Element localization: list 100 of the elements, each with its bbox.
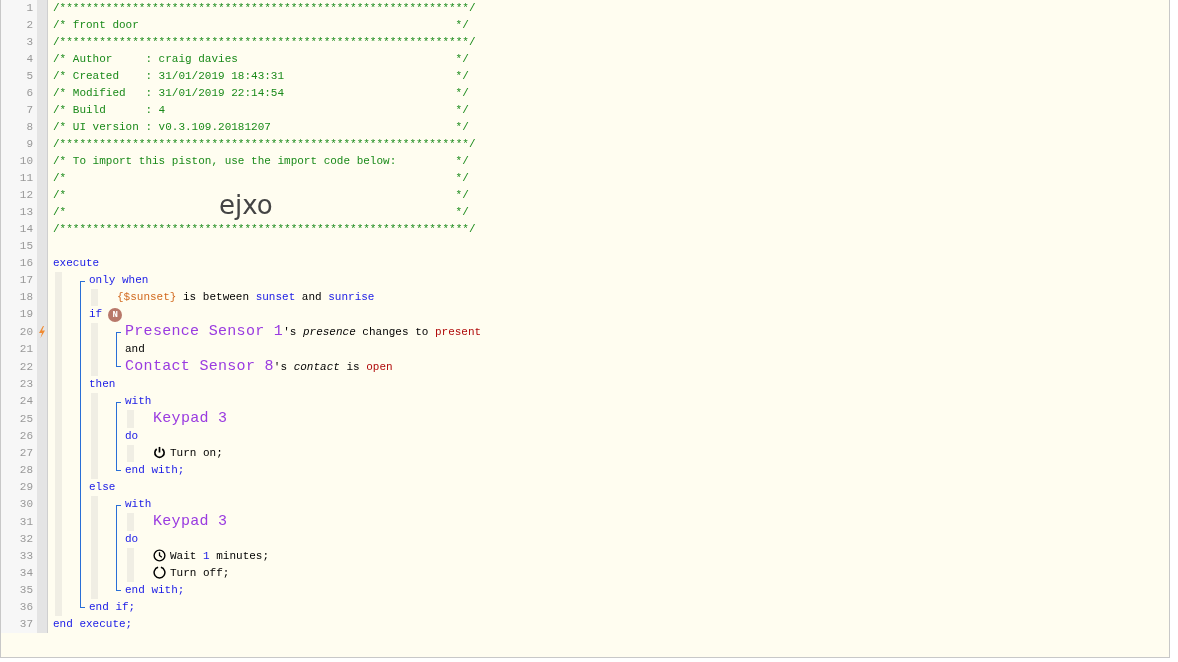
line-number: 18 — [1, 289, 37, 306]
value-text: open — [366, 359, 393, 375]
line-number: 35 — [1, 582, 37, 599]
n-badge: N — [108, 307, 123, 322]
line-number: 37 — [1, 616, 37, 633]
line-number: 20 — [1, 323, 37, 341]
code-text: is between — [182, 290, 251, 305]
line-number: 25 — [1, 410, 37, 428]
device-name: Keypad 3 — [153, 513, 228, 531]
keyword: execute — [53, 256, 100, 271]
clock-icon — [153, 548, 166, 562]
comment-text: */ — [462, 137, 476, 152]
comment-text: */ — [455, 154, 469, 169]
line-number: 3 — [1, 34, 37, 51]
comment-text: /* Build : 4 — [53, 103, 166, 118]
keyword: do — [125, 429, 139, 444]
line-number: 14 — [1, 221, 37, 238]
comment-text: */ — [462, 222, 476, 237]
code-text: 's — [283, 324, 298, 340]
code-text: Turn on; — [170, 446, 223, 461]
comment-text: */ — [455, 52, 469, 67]
line-number: 22 — [1, 358, 37, 376]
line-number: 32 — [1, 531, 37, 548]
keyword: end execute; — [53, 617, 133, 632]
keyword: sunset — [255, 290, 296, 305]
device-name: Keypad 3 — [153, 410, 228, 428]
comment-text: /* front door — [53, 18, 139, 33]
comment-text: /* Created : 31/01/2019 18:43:31 — [53, 69, 285, 84]
power-icon — [153, 445, 166, 459]
comment-text: /* Author : craig davies — [53, 52, 238, 67]
value-text: present — [434, 324, 482, 340]
line-number: 8 — [1, 119, 37, 136]
attribute-name: contact — [293, 359, 340, 375]
line-number: 2 — [1, 17, 37, 34]
variable-name: {$sunset} — [117, 290, 177, 305]
keyword: only when — [89, 273, 149, 288]
attribute-name: presence — [302, 324, 356, 340]
line-number: 17 — [1, 272, 37, 289]
keyword: with — [125, 394, 152, 409]
line-number: 33 — [1, 548, 37, 565]
keyword: end with; — [125, 463, 185, 478]
comment-text: */ — [455, 86, 469, 101]
comment-text: */ — [455, 171, 469, 186]
import-code-text: ejxo — [219, 190, 273, 221]
comment-text: /* — [53, 205, 67, 220]
line-number: 30 — [1, 496, 37, 513]
line-number: 4 — [1, 51, 37, 68]
line-number: 13 — [1, 204, 37, 221]
keyword: then — [89, 377, 116, 392]
comment-text: */ — [455, 18, 469, 33]
line-number: 5 — [1, 68, 37, 85]
line-number: 29 — [1, 479, 37, 496]
line-number: 23 — [1, 376, 37, 393]
code-text: 's — [273, 359, 289, 375]
line-number: 15 — [1, 238, 37, 255]
comment-text: */ — [462, 35, 476, 50]
comment-text: /************************************************************* — [53, 137, 463, 152]
comment-text: /* Modified : 31/01/2019 22:14:54 — [53, 86, 285, 101]
line-number: 10 — [1, 153, 37, 170]
code-text: minutes; — [215, 549, 270, 564]
code-text: Wait — [170, 549, 198, 564]
line-number: 31 — [1, 513, 37, 531]
code-text: Turn off; — [170, 566, 230, 581]
comment-text: /************************************************************* — [53, 222, 463, 237]
line-number: 24 — [1, 393, 37, 410]
keyword: else — [89, 480, 116, 495]
line-number: 12 — [1, 187, 37, 204]
keyword: do — [125, 532, 139, 547]
comment-text: */ — [455, 103, 469, 118]
keyword: end with; — [125, 583, 185, 598]
line-number: 34 — [1, 565, 37, 582]
line-number: 1 — [1, 0, 37, 17]
comment-text: /* To import this piston, use the import code below: — [53, 154, 397, 169]
comment-text: /* UI version : v0.3.109.20181207 — [53, 120, 271, 135]
comment-text: */ — [455, 69, 469, 84]
device-name: Contact Sensor 8 — [125, 358, 274, 376]
code-text: and — [300, 290, 323, 305]
device-name: Presence Sensor 1 — [125, 323, 284, 341]
line-number: 6 — [1, 85, 37, 102]
line-number: 16 — [1, 255, 37, 272]
number-value: 1 — [203, 549, 210, 564]
keyword: sunrise — [328, 290, 375, 305]
comment-text: */ — [455, 205, 469, 220]
comment-text: */ — [455, 120, 469, 135]
code-text: and — [125, 342, 145, 357]
line-number: 7 — [1, 102, 37, 119]
line-number: 26 — [1, 428, 37, 445]
line-number: 9 — [1, 136, 37, 153]
line-number: 11 — [1, 170, 37, 187]
comment-text: /************************************************************* — [53, 35, 463, 50]
line-number: 36 — [1, 599, 37, 616]
comment-text: /* — [53, 188, 67, 203]
line-number: 27 — [1, 445, 37, 462]
line-number: 28 — [1, 462, 37, 479]
comment-text: */ — [462, 1, 476, 16]
keyword: end if; — [89, 600, 136, 615]
comment-text: /* — [53, 171, 67, 186]
line-number: 21 — [1, 341, 37, 358]
code-text: is — [345, 359, 361, 375]
code-text: changes to — [361, 324, 430, 340]
